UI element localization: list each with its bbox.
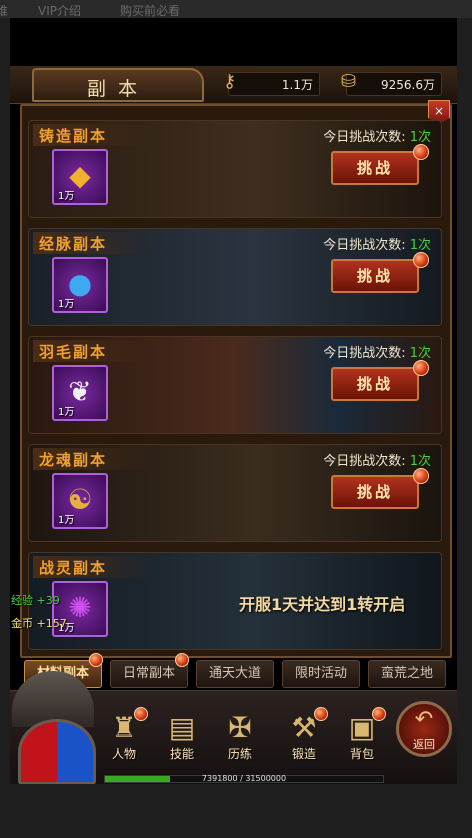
- dungeon-card-forging: 铸造副本 ◆ 1万 今日挑战次数: 1次 挑战: [28, 120, 442, 218]
- topnav-item-vip[interactable]: VIP介绍: [38, 2, 81, 19]
- skill-book-icon: ▤: [168, 711, 196, 744]
- tries-label: 今日挑战次数:: [323, 346, 406, 361]
- reward-count: 1万: [58, 407, 75, 418]
- notification-dot: [314, 707, 328, 721]
- notification-dot: [134, 707, 148, 721]
- back-button[interactable]: ↶ 返回: [396, 701, 452, 757]
- tries-count: 1次: [409, 130, 431, 145]
- tries-count: 1次: [409, 238, 431, 253]
- tries-text: 今日挑战次数: 1次: [323, 342, 431, 361]
- notification-dot: [372, 707, 386, 721]
- nav-training[interactable]: ✠ 历练: [214, 711, 266, 763]
- tab-label: 蛮荒之地: [380, 666, 433, 681]
- nav-character[interactable]: ♜ 人物: [98, 707, 150, 763]
- reward-count: 1万: [58, 299, 75, 310]
- tries-text: 今日挑战次数: 1次: [323, 450, 431, 469]
- exp-bar: 7391800 / 31500000: [104, 774, 384, 783]
- nav-label: 历练: [227, 747, 252, 761]
- title-tab: 副本: [32, 68, 204, 102]
- reward-item[interactable]: ☯ 1万: [52, 473, 108, 529]
- nav-label: 人物: [111, 747, 136, 761]
- tab-label: 通天大道: [208, 666, 261, 681]
- dungeon-name: 经脉副本: [39, 235, 108, 253]
- dungeon-card-dragon-soul: 龙魂副本 ☯ 1万 今日挑战次数: 1次 挑战: [28, 444, 442, 542]
- topnav-item-0[interactable]: 谁: [0, 2, 8, 19]
- game-viewport: 副本 ⚷ 1.1万 ⛁ 9256.6万 × 铸造副本 ◆ 1万 今日挑战次数: …: [10, 18, 457, 784]
- currency-gold-value: 9256.6万: [381, 78, 435, 92]
- currency-gold: ⛁ 9256.6万: [341, 71, 442, 96]
- training-icon: ✠: [228, 711, 252, 744]
- card-title: 龙魂副本: [33, 448, 153, 470]
- dungeon-name: 龙魂副本: [39, 451, 108, 469]
- bottom-dock: ♜ 人物 ▤ 技能 ✠ 历练 ⚒ 锻造 ▣ 背包 ↶ 返回 7391800 / …: [10, 671, 457, 784]
- notification-dot: [413, 360, 429, 376]
- reward-count: 1万: [58, 515, 75, 526]
- notification-dot: [413, 144, 429, 160]
- dungeon-card-feather: 羽毛副本 ❦ 1万 今日挑战次数: 1次 挑战: [28, 336, 442, 434]
- unlock-requirement-text: 开服1天并达到1转开启: [239, 595, 406, 614]
- hp-mp-orb: [18, 719, 96, 784]
- dungeon-card-meridian: 经脉副本 ● 1万 今日挑战次数: 1次 挑战: [28, 228, 442, 326]
- notification-dot: [89, 653, 103, 667]
- nav-forge[interactable]: ⚒ 锻造: [278, 707, 330, 763]
- challenge-button[interactable]: 挑战: [331, 259, 419, 293]
- gold-ingot-icon: ⛁: [341, 71, 357, 92]
- notification-dot: [413, 468, 429, 484]
- dungeon-name: 铸造副本: [39, 127, 108, 145]
- page-title: 副本: [86, 78, 149, 100]
- reward-count: 1万: [58, 191, 75, 202]
- key-coin-icon: ⚷: [223, 71, 237, 92]
- nav-skills[interactable]: ▤ 技能: [156, 711, 208, 763]
- back-label: 返回: [413, 738, 435, 751]
- tab-sky-road[interactable]: 通天大道: [196, 660, 274, 688]
- topnav-item-guide[interactable]: 购买前必看: [120, 2, 180, 19]
- tries-label: 今日挑战次数:: [323, 238, 406, 253]
- tab-limited-event[interactable]: 限时活动: [282, 660, 360, 688]
- tries-count: 1次: [409, 346, 431, 361]
- challenge-button[interactable]: 挑战: [331, 475, 419, 509]
- tries-text: 今日挑战次数: 1次: [323, 234, 431, 253]
- tries-label: 今日挑战次数:: [323, 130, 406, 145]
- close-icon: ×: [433, 104, 445, 118]
- card-title: 经脉副本: [33, 232, 153, 254]
- challenge-button[interactable]: 挑战: [331, 367, 419, 401]
- dungeon-card-war-spirit: 战灵副本 ✺ 1万 开服1天并达到1转开启: [28, 552, 442, 650]
- reward-item[interactable]: ❦ 1万: [52, 365, 108, 421]
- notification-dot: [175, 653, 189, 667]
- reward-item[interactable]: ● 1万: [52, 257, 108, 313]
- challenge-button[interactable]: 挑战: [331, 151, 419, 185]
- exp-bar-text: 7391800 / 31500000: [201, 774, 287, 783]
- card-title: 铸造副本: [33, 124, 153, 146]
- currency-keys: ⚷ 1.1万: [223, 71, 320, 96]
- nav-label: 锻造: [291, 747, 316, 761]
- tab-wildlands[interactable]: 蛮荒之地: [368, 660, 446, 688]
- tab-label: 限时活动: [294, 666, 347, 681]
- exp-gain-text: 经验 +39: [11, 594, 60, 607]
- currency-keys-value: 1.1万: [281, 78, 313, 92]
- return-arrow-icon: ↶: [414, 707, 434, 732]
- nav-label: 技能: [169, 747, 194, 761]
- nav-backpack[interactable]: ▣ 背包: [336, 707, 388, 763]
- tries-text: 今日挑战次数: 1次: [323, 126, 431, 145]
- browser-topnav: 谁 VIP介绍 购买前必看: [0, 0, 472, 18]
- tries-count: 1次: [409, 454, 431, 469]
- nav-label: 背包: [349, 747, 374, 761]
- card-title: 羽毛副本: [33, 340, 153, 362]
- reward-item[interactable]: ◆ 1万: [52, 149, 108, 205]
- tab-label: 日常副本: [122, 666, 175, 681]
- tries-label: 今日挑战次数:: [323, 454, 406, 469]
- notification-dot: [413, 252, 429, 268]
- card-title: 战灵副本: [33, 556, 153, 578]
- header-bar: 副本 ⚷ 1.1万 ⛁ 9256.6万: [10, 66, 457, 104]
- tab-daily[interactable]: 日常副本: [110, 653, 189, 688]
- dungeon-name: 战灵副本: [39, 559, 108, 577]
- dungeon-category-tabs: 材料副本 日常副本 通天大道 限时活动 蛮荒之地: [24, 653, 454, 690]
- gold-gain-text: 金币 +157: [11, 617, 67, 630]
- dungeon-name: 羽毛副本: [39, 343, 108, 361]
